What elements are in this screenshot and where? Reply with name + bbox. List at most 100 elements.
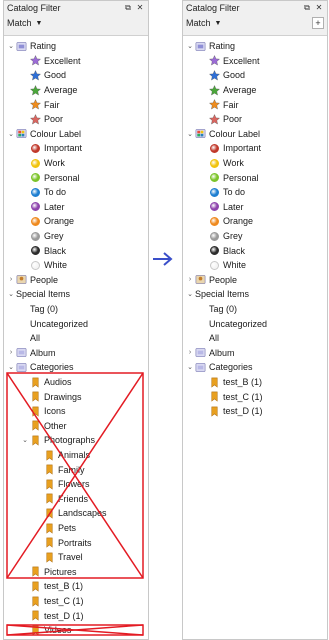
tree-item-fair[interactable]: Fair <box>4 97 148 112</box>
tree-item-categories[interactable]: ⌄ Categories <box>183 360 327 375</box>
tree-item-uncategorized[interactable]: Uncategorized <box>183 316 327 331</box>
tree-item-orange[interactable]: Orange <box>183 214 327 229</box>
tree-item-other[interactable]: Other <box>4 419 148 434</box>
tree-item-rating[interactable]: ⌄ Rating <box>183 39 327 54</box>
tree-item-album[interactable]: › Album <box>183 346 327 361</box>
tree-item-people[interactable]: › People <box>183 273 327 288</box>
tree-item-label: Work <box>223 158 244 169</box>
tree-item-friends[interactable]: Friends <box>4 492 148 507</box>
color-label-dot-icon <box>210 143 219 153</box>
tree-item-white[interactable]: White <box>183 258 327 273</box>
tree-item-videos[interactable]: Videos <box>4 623 148 638</box>
tree-item-animals[interactable]: Animals <box>4 448 148 463</box>
tree-item-label: test_D (1) <box>44 610 84 621</box>
tree-item-special-items[interactable]: ⌄ Special Items <box>183 287 327 302</box>
tree-item-important[interactable]: Important <box>183 141 327 156</box>
tree-item-label: Orange <box>223 216 254 227</box>
tree-item-important[interactable]: Important <box>4 141 148 156</box>
tree-item-personal[interactable]: Personal <box>4 170 148 185</box>
tree-item-average[interactable]: Average <box>4 83 148 98</box>
tree-item-special-items[interactable]: ⌄ Special Items <box>4 287 148 302</box>
album-icon <box>16 348 27 358</box>
tree-item-fair[interactable]: Fair <box>183 97 327 112</box>
tree-item-work[interactable]: Work <box>183 156 327 171</box>
tree-item-good[interactable]: Good <box>183 68 327 83</box>
expand-chevron-icon[interactable]: ⌄ <box>185 290 195 298</box>
tree-item-excellent[interactable]: Excellent <box>183 54 327 69</box>
people-icon <box>16 275 27 285</box>
tree-item-uncategorized[interactable]: Uncategorized <box>4 316 148 331</box>
tree-item-later[interactable]: Later <box>4 200 148 215</box>
add-filter-button[interactable]: + <box>312 17 324 29</box>
tree-item-categories[interactable]: ⌄ Categories <box>4 360 148 375</box>
tree-item-black[interactable]: Black <box>183 243 327 258</box>
tree-item-orange[interactable]: Orange <box>4 214 148 229</box>
tree-item-tag-0[interactable]: Tag (0) <box>183 302 327 317</box>
tree-item-all[interactable]: All <box>183 331 327 346</box>
expand-chevron-icon[interactable]: ⌄ <box>185 130 195 138</box>
tree-item-label: Special Items <box>16 289 71 300</box>
tree-item-poor[interactable]: Poor <box>183 112 327 127</box>
tree-item-photographs[interactable]: ⌄ Photographs <box>4 433 148 448</box>
tree-item-black[interactable]: Black <box>4 243 148 258</box>
float-window-icon[interactable]: ⧉ <box>123 3 133 13</box>
tree-item-later[interactable]: Later <box>183 200 327 215</box>
tree-item-pictures[interactable]: Pictures <box>4 565 148 580</box>
tree-item-poor[interactable]: Poor <box>4 112 148 127</box>
tree-item-album[interactable]: › Album <box>4 346 148 361</box>
tree-item-white[interactable]: White <box>4 258 148 273</box>
float-window-icon[interactable]: ⧉ <box>302 3 312 13</box>
close-icon[interactable]: ✕ <box>135 3 145 13</box>
tree-item-test-c-1[interactable]: test_C (1) <box>183 389 327 404</box>
tree-item-drawings[interactable]: Drawings <box>4 389 148 404</box>
tree-item-work[interactable]: Work <box>4 156 148 171</box>
tree-item-test-d-1[interactable]: test_D (1) <box>183 404 327 419</box>
tree-item-excellent[interactable]: Excellent <box>4 54 148 69</box>
match-dropdown[interactable]: Match ▼ <box>7 18 42 28</box>
tree-item-label: Categories <box>209 362 253 373</box>
expand-chevron-icon[interactable]: ⌄ <box>185 42 195 50</box>
tree-item-to-do[interactable]: To do <box>183 185 327 200</box>
tree-item-pets[interactable]: Pets <box>4 521 148 536</box>
tree-item-people[interactable]: › People <box>4 273 148 288</box>
collapse-chevron-icon[interactable]: › <box>6 349 16 356</box>
collapse-chevron-icon[interactable]: › <box>185 276 195 283</box>
tree-item-all[interactable]: All <box>4 331 148 346</box>
bookmark-tag-icon <box>211 391 218 402</box>
tree-item-audios[interactable]: Audios <box>4 375 148 390</box>
expand-chevron-icon[interactable]: ⌄ <box>6 130 16 138</box>
tree-item-colour-label[interactable]: ⌄ Colour Label <box>4 127 148 142</box>
tree-item-test-b-1[interactable]: test_B (1) <box>183 375 327 390</box>
tree-item-average[interactable]: Average <box>183 83 327 98</box>
tree-item-label: test_D (1) <box>223 406 263 417</box>
bookmark-tag-icon <box>32 596 39 607</box>
tree-item-label: Tag (0) <box>30 304 59 315</box>
tree-item-icons[interactable]: Icons <box>4 404 148 419</box>
tree-item-travel[interactable]: Travel <box>4 550 148 565</box>
collapse-chevron-icon[interactable]: › <box>6 276 16 283</box>
tree-item-test-d-1[interactable]: test_D (1) <box>4 608 148 623</box>
tree-item-test-b-1[interactable]: test_B (1) <box>4 579 148 594</box>
expand-chevron-icon[interactable]: ⌄ <box>6 42 16 50</box>
tree-item-grey[interactable]: Grey <box>4 229 148 244</box>
tree-item-to-do[interactable]: To do <box>4 185 148 200</box>
collapse-chevron-icon[interactable]: › <box>185 349 195 356</box>
tree-item-colour-label[interactable]: ⌄ Colour Label <box>183 127 327 142</box>
tree-item-landscapes[interactable]: Landscapes <box>4 506 148 521</box>
tree-item-flowers[interactable]: Flowers <box>4 477 148 492</box>
expand-chevron-icon[interactable]: ⌄ <box>20 436 30 444</box>
match-dropdown[interactable]: Match ▼ <box>186 18 221 28</box>
tree-item-test-c-1[interactable]: test_C (1) <box>4 594 148 609</box>
tree-item-rating[interactable]: ⌄ Rating <box>4 39 148 54</box>
expand-chevron-icon[interactable]: ⌄ <box>6 290 16 298</box>
close-icon[interactable]: ✕ <box>314 3 324 13</box>
tree-item-tag-0[interactable]: Tag (0) <box>4 302 148 317</box>
bookmark-tag-icon <box>46 479 53 490</box>
tree-item-personal[interactable]: Personal <box>183 170 327 185</box>
tree-item-portraits[interactable]: Portraits <box>4 535 148 550</box>
expand-chevron-icon[interactable]: ⌄ <box>6 363 16 371</box>
expand-chevron-icon[interactable]: ⌄ <box>185 363 195 371</box>
tree-item-grey[interactable]: Grey <box>183 229 327 244</box>
tree-item-family[interactable]: Family <box>4 462 148 477</box>
tree-item-good[interactable]: Good <box>4 68 148 83</box>
